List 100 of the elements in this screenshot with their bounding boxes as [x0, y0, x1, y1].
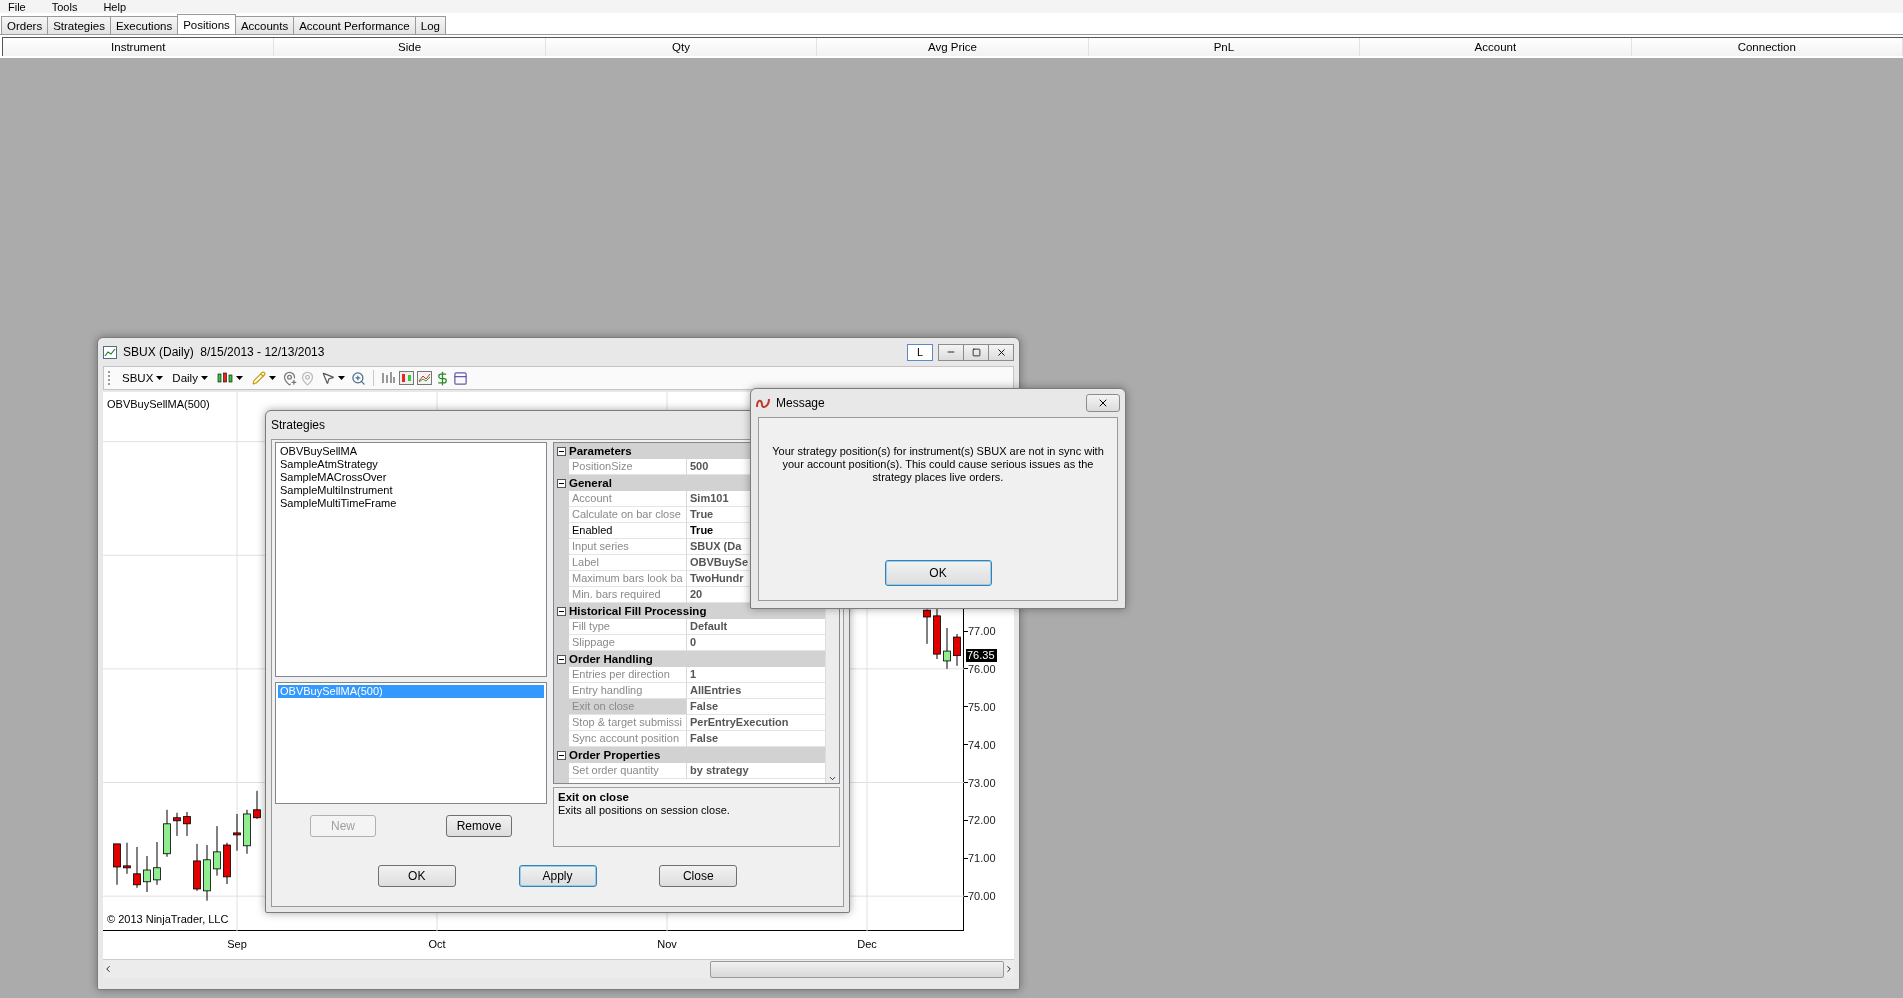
candle — [923, 608, 931, 645]
price-label: 73.00 — [968, 776, 996, 789]
strategy-item[interactable]: SampleMACrossOver — [278, 471, 544, 484]
dialog-title: Message — [776, 396, 826, 410]
category-title: Order Properties — [569, 749, 661, 761]
menu-item[interactable]: Tools — [51, 2, 78, 13]
collapse-icon[interactable] — [557, 478, 566, 488]
collapse-icon[interactable] — [557, 606, 566, 616]
candle — [113, 843, 121, 886]
zoom-icon[interactable] — [350, 370, 366, 386]
collapse-icon[interactable] — [557, 750, 566, 760]
pencil-icon — [251, 371, 266, 385]
caret-icon — [337, 376, 345, 380]
candle — [163, 809, 171, 858]
last-price-marker: 76.35 — [966, 649, 997, 662]
strategy-item[interactable]: SampleMultiTimeFrame — [278, 497, 544, 510]
column-header[interactable]: Account — [1360, 38, 1632, 56]
price-label: 75.00 — [968, 700, 996, 713]
maximize-button[interactable] — [963, 343, 989, 361]
copyright-text: © 2013 NinjaTrader, LLC — [107, 913, 229, 925]
candle — [233, 813, 241, 852]
strategy-item[interactable]: SampleMultiInstrument — [278, 484, 544, 497]
tab[interactable]: Accounts — [234, 16, 295, 34]
strategy-item[interactable]: SampleAtmStrategy — [278, 458, 544, 471]
interval-dropdown[interactable]: Daily — [169, 368, 211, 388]
close-button[interactable] — [988, 343, 1014, 361]
strategy-item[interactable]: OBVBuySellMA — [278, 445, 544, 458]
column-header[interactable]: Instrument — [3, 38, 275, 56]
category-title: Historical Fill Processing — [569, 605, 707, 617]
candle — [133, 846, 141, 889]
column-header[interactable]: Avg Price — [817, 38, 1089, 56]
window-title: SBUX (Daily) 8/15/2013 - 12/13/2013 — [123, 345, 326, 359]
chart-icon — [103, 345, 117, 359]
message-text: Your strategy position(s) for instrument(s) SBUX are not in sync with your account position(s). This could cause serious issues as the strategy places live orders. — [771, 445, 1105, 484]
scroll-right-icon[interactable] — [1004, 964, 1014, 974]
column-header[interactable]: Qty — [545, 38, 818, 56]
dialog-title: Strategies — [271, 418, 327, 432]
candle — [203, 844, 211, 902]
category-title: General — [569, 477, 612, 489]
horizontal-scrollbar[interactable] — [103, 959, 1014, 978]
candle — [153, 841, 161, 886]
panel-icon[interactable] — [452, 370, 468, 386]
tab[interactable]: Executions — [109, 16, 179, 34]
candlestick-icon — [216, 371, 233, 385]
tab[interactable]: Log — [414, 16, 446, 34]
candle — [213, 825, 221, 877]
dialog-button[interactable]: OK — [377, 865, 456, 887]
caret-icon — [235, 376, 243, 380]
scrollbar-thumb[interactable] — [710, 960, 1004, 978]
bars-icon[interactable] — [380, 371, 396, 385]
ok-button[interactable]: OK — [884, 560, 992, 586]
dialog-button[interactable]: Apply — [518, 865, 597, 887]
candle — [173, 812, 181, 837]
date-label: Sep — [227, 938, 247, 950]
scroll-left-icon[interactable] — [103, 964, 113, 974]
date-label: Nov — [657, 938, 677, 950]
caret-icon — [200, 376, 208, 380]
price-label: 72.00 — [968, 814, 996, 827]
swirl-icon — [756, 397, 770, 409]
category-title: Order Handling — [569, 653, 653, 665]
date-label: Dec — [857, 938, 877, 950]
property-name[interactable]: Enabled — [569, 523, 687, 539]
tab[interactable]: Strategies — [47, 16, 111, 34]
menu-item[interactable]: File — [8, 2, 26, 13]
candle — [933, 608, 941, 660]
column-header[interactable]: Side — [274, 38, 546, 56]
close-icon — [1097, 397, 1109, 409]
candle — [253, 790, 261, 820]
tab[interactable]: Account Performance — [293, 16, 416, 34]
caret-icon — [156, 376, 164, 380]
candle — [143, 855, 151, 893]
remove-button[interactable]: Remove — [446, 815, 512, 837]
indicator-label: OBVBuySellMA(500) — [107, 398, 210, 410]
instrument-dropdown[interactable]: SBUX — [119, 368, 167, 388]
column-header[interactable]: PnL — [1088, 38, 1361, 56]
category-title: Parameters — [569, 445, 632, 457]
price-label: 70.00 — [968, 890, 996, 903]
candle — [183, 811, 191, 837]
column-header[interactable]: Connection — [1631, 38, 1903, 56]
price-label: 74.00 — [968, 738, 996, 751]
candle — [953, 633, 961, 667]
close-icon — [995, 346, 1007, 358]
minimize-button[interactable] — [938, 343, 964, 361]
collapse-icon[interactable] — [557, 446, 566, 456]
menu-item[interactable]: Help — [103, 2, 127, 13]
tab[interactable]: Orders — [1, 16, 49, 34]
candles-panel-icon[interactable] — [398, 371, 414, 385]
pin-plus-icon[interactable] — [281, 370, 297, 386]
description-title: Exit on close — [558, 791, 630, 803]
layout-button[interactable]: L — [907, 343, 933, 361]
caret-icon — [268, 376, 276, 380]
dialog-button[interactable]: Close — [659, 865, 738, 887]
candle — [123, 842, 131, 875]
close-button[interactable] — [1086, 394, 1120, 412]
line-chart-icon[interactable] — [416, 371, 432, 385]
candle — [943, 627, 951, 670]
scroll-down-icon[interactable] — [828, 774, 837, 783]
candle — [223, 842, 231, 885]
candle — [193, 843, 201, 892]
collapse-icon[interactable] — [557, 654, 566, 664]
